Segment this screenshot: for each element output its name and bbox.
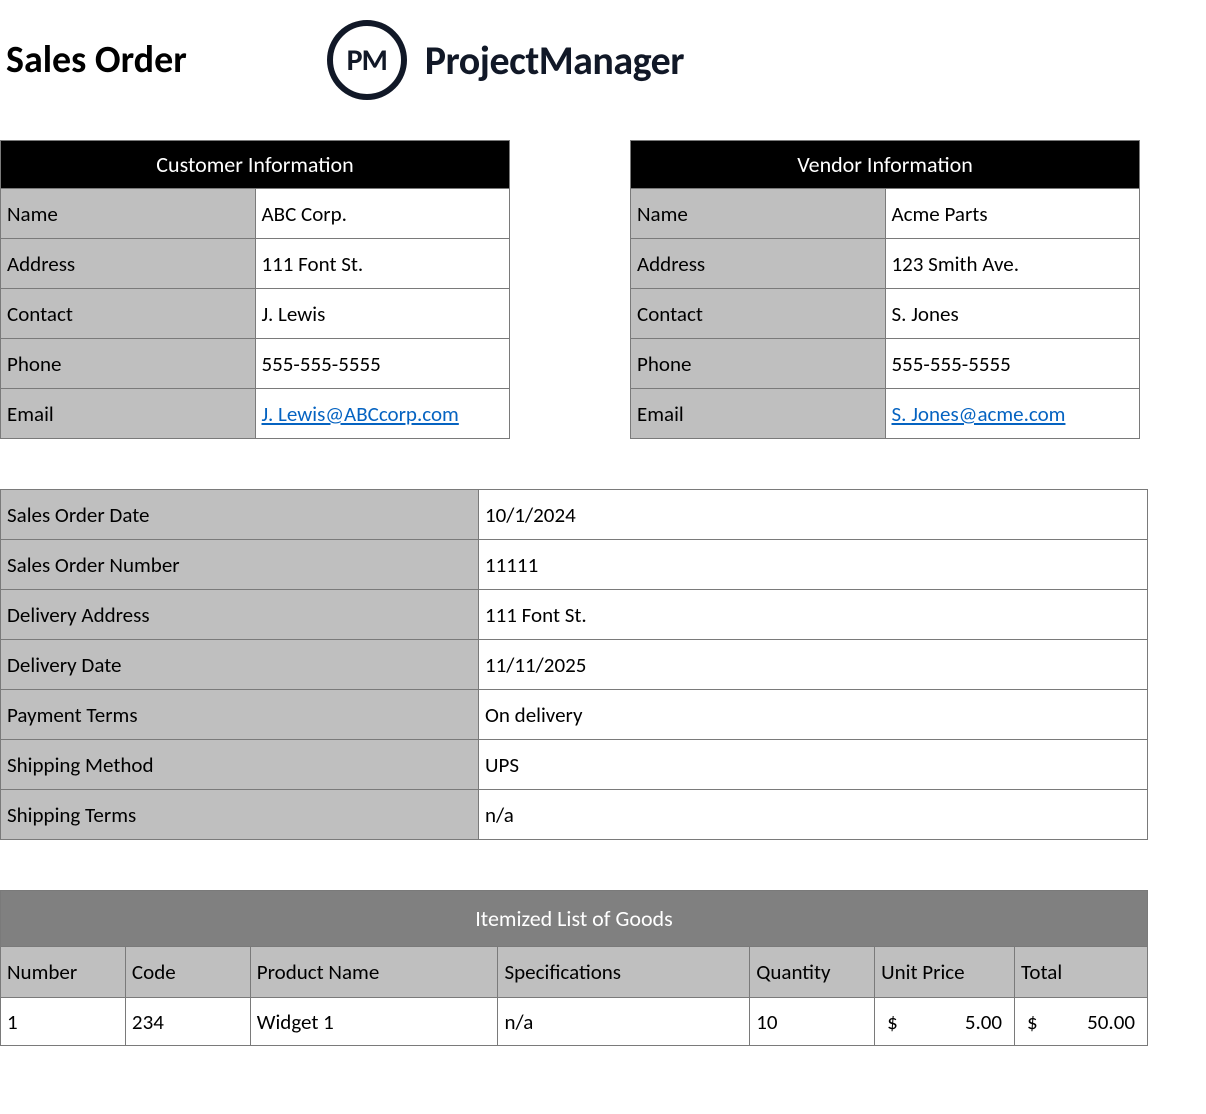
customer-info-header: Customer Information — [1, 141, 510, 189]
goods-spec: n/a — [498, 998, 750, 1046]
vendor-row-label: Address — [631, 239, 886, 289]
logo-text: ProjectManager — [425, 36, 684, 85]
vendor-row-label: Name — [631, 189, 886, 239]
order-detail-label: Payment Terms — [1, 690, 479, 740]
vendor-info-table: Vendor Information NameAcme PartsAddress… — [630, 140, 1140, 439]
order-detail-value: 11111 — [479, 540, 1148, 590]
order-detail-value: On delivery — [479, 690, 1148, 740]
goods-product: Widget 1 — [250, 998, 498, 1046]
order-detail-value: n/a — [479, 790, 1148, 840]
customer-row-value: ABC Corp. — [255, 189, 510, 239]
logo-circle-icon: PM — [327, 20, 407, 100]
customer-row-value: J. Lewis — [255, 289, 510, 339]
goods-qty: 10 — [750, 998, 875, 1046]
goods-column-header: Number — [1, 947, 126, 998]
customer-email-link[interactable]: J. Lewis@ABCcorp.com — [262, 401, 459, 427]
goods-column-header: Total — [1015, 947, 1148, 998]
order-detail-label: Sales Order Date — [1, 490, 479, 540]
goods-section-header: Itemized List of Goods — [1, 891, 1148, 947]
table-row: 1234Widget 1n/a10$5.00$50.00 — [1, 998, 1148, 1046]
vendor-row-value: 555-555-5555 — [885, 339, 1140, 389]
logo-initials: PM — [347, 42, 387, 79]
order-detail-label: Shipping Terms — [1, 790, 479, 840]
vendor-row-value: S. Jones@acme.com — [885, 389, 1140, 439]
customer-row-label: Address — [1, 239, 256, 289]
goods-total: $50.00 — [1015, 998, 1148, 1046]
goods-column-header: Specifications — [498, 947, 750, 998]
vendor-row-value: Acme Parts — [885, 189, 1140, 239]
goods-table: Itemized List of Goods NumberCodeProduct… — [0, 890, 1148, 1046]
goods-code: 234 — [125, 998, 250, 1046]
order-detail-label: Sales Order Number — [1, 540, 479, 590]
goods-column-header: Quantity — [750, 947, 875, 998]
order-detail-value: 111 Font St. — [479, 590, 1148, 640]
customer-row-label: Email — [1, 389, 256, 439]
order-detail-label: Shipping Method — [1, 740, 479, 790]
vendor-info-header: Vendor Information — [631, 141, 1140, 189]
customer-row-label: Contact — [1, 289, 256, 339]
order-detail-label: Delivery Date — [1, 640, 479, 690]
vendor-email-link[interactable]: S. Jones@acme.com — [892, 401, 1066, 427]
customer-row-value: 555-555-5555 — [255, 339, 510, 389]
vendor-row-value: S. Jones — [885, 289, 1140, 339]
info-columns: Customer Information NameABC Corp.Addres… — [0, 140, 1206, 439]
document-header: Sales Order PM ProjectManager — [0, 0, 1206, 110]
customer-row-value: 111 Font St. — [255, 239, 510, 289]
vendor-row-label: Email — [631, 389, 886, 439]
page-title: Sales Order — [6, 37, 187, 83]
logo: PM ProjectManager — [327, 20, 684, 100]
order-details-table: Sales Order Date10/1/2024Sales Order Num… — [0, 489, 1148, 840]
goods-column-header: Code — [125, 947, 250, 998]
order-detail-label: Delivery Address — [1, 590, 479, 640]
order-detail-value: 11/11/2025 — [479, 640, 1148, 690]
goods-column-header: Product Name — [250, 947, 498, 998]
vendor-row-value: 123 Smith Ave. — [885, 239, 1140, 289]
customer-info-table: Customer Information NameABC Corp.Addres… — [0, 140, 510, 439]
customer-row-label: Name — [1, 189, 256, 239]
goods-number: 1 — [1, 998, 126, 1046]
order-detail-value: 10/1/2024 — [479, 490, 1148, 540]
order-detail-value: UPS — [479, 740, 1148, 790]
customer-row-label: Phone — [1, 339, 256, 389]
vendor-row-label: Phone — [631, 339, 886, 389]
goods-column-header: Unit Price — [875, 947, 1015, 998]
vendor-row-label: Contact — [631, 289, 886, 339]
customer-row-value: J. Lewis@ABCcorp.com — [255, 389, 510, 439]
goods-unit-price: $5.00 — [875, 998, 1015, 1046]
